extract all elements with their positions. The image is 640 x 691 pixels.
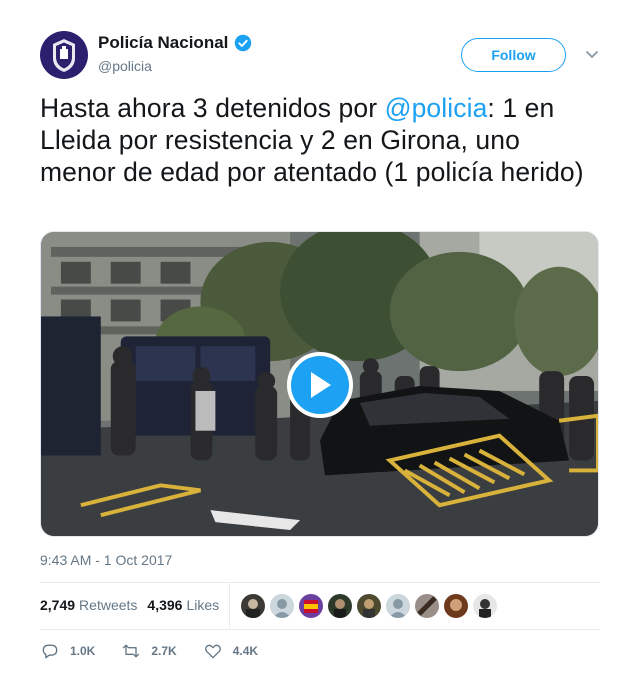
like-button[interactable]: 4.4K: [203, 641, 258, 661]
retweets-stat[interactable]: 2,749 Retweets: [40, 597, 137, 613]
follow-button[interactable]: Follow: [461, 38, 566, 72]
liker-avatar[interactable]: [415, 594, 439, 618]
liker-avatar[interactable]: [386, 594, 410, 618]
liker-avatars: [241, 594, 497, 618]
tweet-text: Hasta ahora 3 detenidos por @policia: 1 …: [40, 92, 600, 188]
like-count: 4.4K: [232, 644, 259, 658]
retweet-count: 2.7K: [151, 644, 177, 658]
account-avatar[interactable]: [40, 31, 88, 79]
video-player[interactable]: [40, 231, 599, 537]
heart-icon: [204, 644, 221, 659]
liker-avatar[interactable]: [299, 594, 323, 618]
reply-button[interactable]: 1.0K: [40, 641, 95, 661]
police-emblem-icon: [53, 39, 75, 72]
retweet-icon: [123, 644, 140, 658]
play-button[interactable]: [287, 352, 353, 418]
retweets-count: 2,749: [40, 597, 76, 613]
engagement-stats: 2,749 Retweets 4,396 Likes: [40, 597, 219, 613]
verified-badge-icon: [235, 34, 252, 52]
mention-link[interactable]: @policia: [385, 93, 488, 123]
liker-avatar[interactable]: [444, 594, 468, 618]
reply-icon: [42, 644, 58, 659]
liker-avatar[interactable]: [328, 594, 352, 618]
liker-avatar[interactable]: [357, 594, 381, 618]
chevron-down-icon[interactable]: [585, 49, 599, 61]
retweet-button[interactable]: 2.7K: [121, 641, 177, 661]
liker-avatar[interactable]: [241, 594, 265, 618]
likes-label: Likes: [186, 597, 220, 613]
likes-count: 4,396: [147, 597, 183, 613]
liker-avatar[interactable]: [473, 594, 497, 618]
tweet-timestamp[interactable]: 9:43 AM - 1 Oct 2017: [40, 552, 172, 568]
retweets-label: Retweets: [79, 597, 138, 613]
play-icon: [311, 372, 331, 398]
tweet-text-start: Hasta ahora 3 detenidos por: [40, 93, 385, 123]
tweet-actions: 1.0K 2.7K 4.4K: [40, 641, 258, 661]
stats-separator: [229, 583, 230, 629]
liker-avatar[interactable]: [270, 594, 294, 618]
account-info: Policía Nacional @policia: [98, 33, 252, 74]
reply-count: 1.0K: [70, 644, 96, 658]
likes-stat[interactable]: 4,396 Likes: [147, 597, 219, 613]
account-name[interactable]: Policía Nacional: [98, 33, 228, 53]
divider-bottom: [40, 629, 600, 630]
account-handle[interactable]: @policia: [98, 58, 252, 74]
divider-top: [40, 582, 600, 583]
